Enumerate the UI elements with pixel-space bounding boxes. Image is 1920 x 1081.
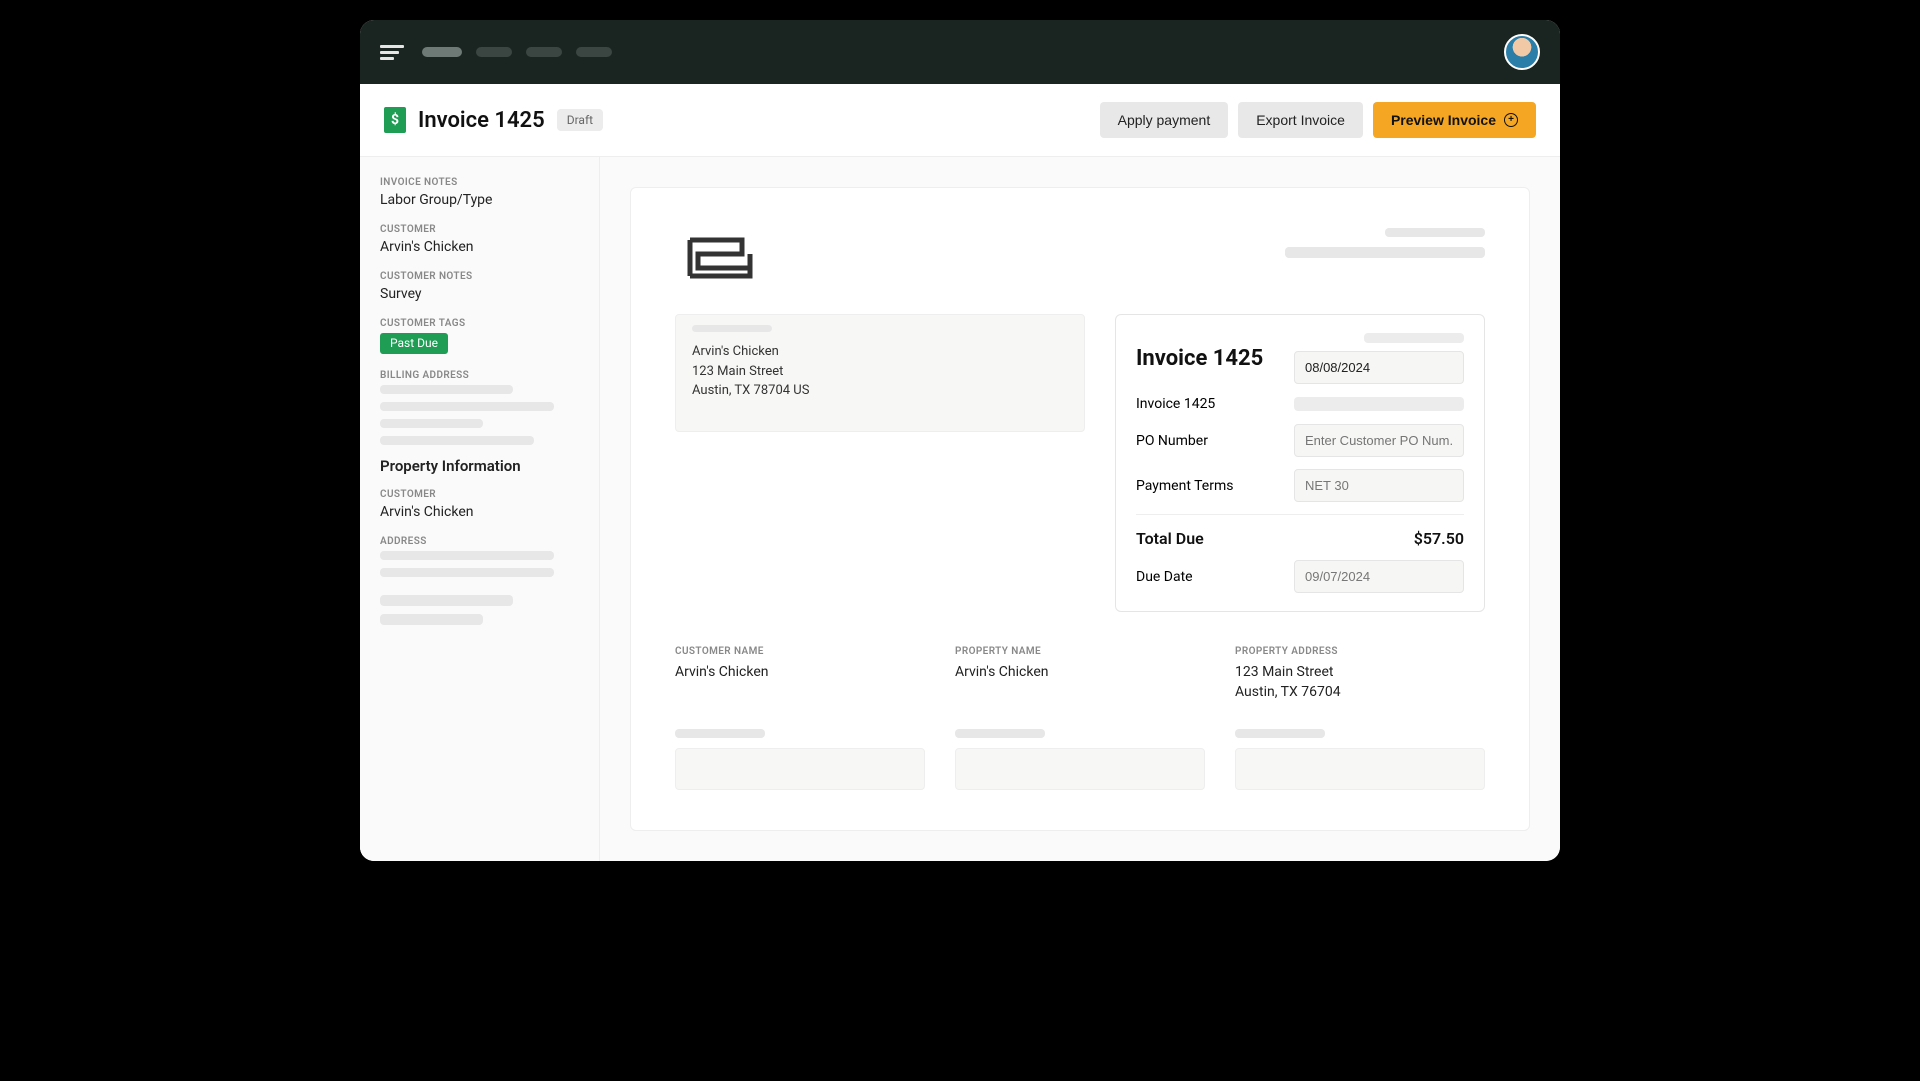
skeleton-line [380, 436, 534, 445]
card-top [675, 228, 1485, 288]
status-badge: Draft [557, 109, 603, 131]
bill-to-box[interactable]: Arvin's Chicken 123 Main Street Austin, … [675, 314, 1085, 432]
invoice-summary-panel: Invoice 1425 Invoice 1425 PO Number [1115, 314, 1485, 612]
bill-to-name: Arvin's Chicken [692, 342, 1068, 362]
skeleton-line [380, 419, 483, 428]
topbar [360, 20, 1560, 84]
invoice-card: Arvin's Chicken 123 Main Street Austin, … [630, 187, 1530, 831]
line-item-input[interactable] [955, 748, 1205, 790]
skeleton-line [380, 614, 483, 625]
property-info-heading: Property Information [380, 457, 585, 475]
main: Arvin's Chicken 123 Main Street Austin, … [600, 157, 1560, 861]
skeleton-line [675, 729, 765, 738]
skeleton-line [380, 385, 513, 394]
customer-name-value: Arvin's Chicken [675, 663, 925, 703]
line-items-row [675, 729, 1485, 790]
invoice-doc-icon: $ [384, 107, 406, 133]
bill-to-citystate: Austin, TX 78704 US [692, 381, 1068, 401]
invoice-date-input[interactable] [1294, 351, 1464, 384]
total-due-label: Total Due [1136, 529, 1204, 548]
property-customer-value: Arvin's Chicken [380, 504, 585, 520]
line-item-input[interactable] [675, 748, 925, 790]
plus-circle-icon: + [1504, 113, 1518, 127]
skeleton-line [1235, 729, 1325, 738]
company-info-placeholder [1285, 228, 1485, 258]
skeleton-line [1364, 333, 1464, 343]
customer-name-label: CUSTOMER NAME [675, 646, 925, 657]
property-address-label: PROPERTY ADDRESS [1235, 646, 1485, 657]
due-date-label: Due Date [1136, 569, 1193, 585]
customer-notes-value: Survey [380, 286, 585, 302]
nav-item[interactable] [526, 47, 562, 57]
export-invoice-button[interactable]: Export Invoice [1238, 102, 1363, 138]
payment-terms-input[interactable] [1294, 469, 1464, 502]
property-name-label: PROPERTY NAME [955, 646, 1205, 657]
page-header: $ Invoice 1425 Draft Apply payment Expor… [360, 84, 1560, 157]
nav-item[interactable] [422, 47, 462, 57]
customer-label: CUSTOMER [380, 224, 585, 235]
property-address-line2: Austin, TX 76704 [1235, 683, 1485, 703]
company-logo [675, 228, 765, 288]
skeleton-line [380, 568, 554, 577]
po-number-label: PO Number [1136, 433, 1208, 449]
nav-item[interactable] [476, 47, 512, 57]
page-title: Invoice 1425 [418, 108, 545, 133]
total-due-value: $57.50 [1414, 529, 1464, 548]
divider [1136, 514, 1464, 515]
property-address-value: 123 Main Street Austin, TX 76704 [1235, 663, 1485, 703]
nav-placeholder [422, 47, 612, 57]
customer-tags-label: CUSTOMER TAGS [380, 318, 585, 329]
invoice-notes-value: Labor Group/Type [380, 192, 585, 208]
content: INVOICE NOTES Labor Group/Type CUSTOMER … [360, 157, 1560, 861]
skeleton-line [380, 595, 513, 606]
payment-terms-label: Payment Terms [1136, 478, 1233, 494]
billing-address-label: BILLING ADDRESS [380, 370, 585, 381]
line-item-input[interactable] [1235, 748, 1485, 790]
avatar[interactable] [1504, 34, 1540, 70]
header-actions: Apply payment Export Invoice Preview Inv… [1100, 102, 1536, 138]
preview-invoice-button[interactable]: Preview Invoice + [1373, 102, 1536, 138]
due-date-input[interactable] [1294, 560, 1464, 593]
skeleton-line [1285, 247, 1485, 258]
customer-value: Arvin's Chicken [380, 239, 585, 255]
address-invoice-row: Arvin's Chicken 123 Main Street Austin, … [675, 314, 1485, 612]
address-label: ADDRESS [380, 536, 585, 547]
skeleton-line [380, 551, 554, 560]
invoice-notes-label: INVOICE NOTES [380, 177, 585, 188]
past-due-tag: Past Due [380, 333, 448, 354]
app-logo-icon[interactable] [380, 40, 404, 64]
po-number-input[interactable] [1294, 424, 1464, 457]
nav-item[interactable] [576, 47, 612, 57]
skeleton-line [1385, 228, 1485, 237]
invoice-number-label: Invoice 1425 [1136, 396, 1215, 412]
property-name-value: Arvin's Chicken [955, 663, 1205, 703]
apply-payment-button[interactable]: Apply payment [1100, 102, 1229, 138]
skeleton-line [380, 402, 554, 411]
sidebar: INVOICE NOTES Labor Group/Type CUSTOMER … [360, 157, 600, 861]
skeleton-line [692, 325, 772, 332]
skeleton-line [955, 729, 1045, 738]
app-window: $ Invoice 1425 Draft Apply payment Expor… [360, 20, 1560, 861]
property-customer-label: CUSTOMER [380, 489, 585, 500]
bill-to-street: 123 Main Street [692, 362, 1068, 382]
skeleton-line [1294, 397, 1464, 411]
property-address-line1: 123 Main Street [1235, 663, 1485, 683]
preview-invoice-label: Preview Invoice [1391, 112, 1496, 128]
customer-property-columns: CUSTOMER NAME Arvin's Chicken PROPERTY N… [675, 646, 1485, 703]
invoice-panel-title: Invoice 1425 [1136, 346, 1263, 371]
customer-notes-label: CUSTOMER NOTES [380, 271, 585, 282]
